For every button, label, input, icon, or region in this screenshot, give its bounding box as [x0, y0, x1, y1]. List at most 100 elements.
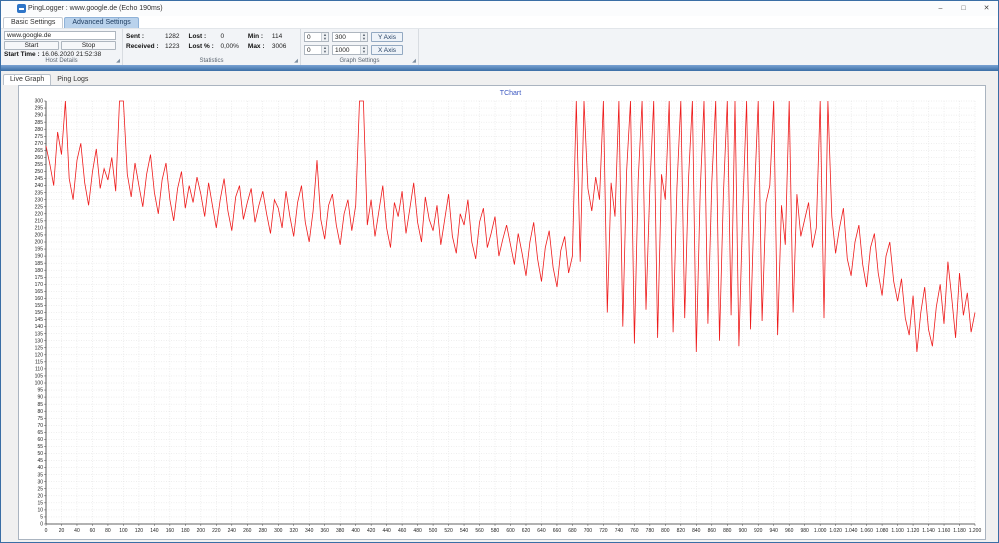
spin-down-icon[interactable]: ▼ — [322, 50, 328, 54]
svg-text:320: 320 — [290, 528, 299, 534]
svg-text:55: 55 — [37, 444, 43, 450]
stop-button[interactable]: Stop — [61, 41, 116, 50]
svg-text:290: 290 — [35, 113, 44, 119]
view-tabstrip: Live Graph Ping Logs — [1, 72, 998, 85]
svg-text:200: 200 — [35, 240, 44, 246]
svg-text:260: 260 — [243, 528, 252, 534]
svg-text:600: 600 — [506, 528, 515, 534]
svg-text:700: 700 — [584, 528, 593, 534]
svg-text:260: 260 — [35, 155, 44, 161]
close-button[interactable]: ✕ — [975, 1, 998, 16]
svg-text:680: 680 — [568, 528, 577, 534]
y-axis-row: ▲ ▼ ▲ ▼ Y Axis — [304, 31, 413, 42]
svg-text:210: 210 — [35, 226, 44, 232]
y-axis-button[interactable]: Y Axis — [371, 32, 403, 42]
svg-text:580: 580 — [491, 528, 500, 534]
svg-text:140: 140 — [150, 528, 159, 534]
svg-text:80: 80 — [37, 409, 43, 415]
window-controls: – □ ✕ — [929, 1, 998, 16]
lost-value: 0 — [220, 33, 225, 40]
spin-down-icon[interactable]: ▼ — [361, 50, 367, 54]
max-value: 3006 — [271, 43, 287, 50]
svg-text:205: 205 — [35, 233, 44, 239]
ribbon-bottom-accent — [1, 65, 998, 71]
ribbon: Start Stop Start Time : 16.06.2020 21:52… — [1, 29, 998, 65]
svg-text:1.060: 1.060 — [860, 528, 873, 534]
svg-text:1.100: 1.100 — [891, 528, 904, 534]
svg-text:10: 10 — [37, 508, 43, 514]
sent-value: 1282 — [165, 33, 180, 40]
svg-text:20: 20 — [59, 528, 65, 534]
svg-text:880: 880 — [723, 528, 732, 534]
svg-text:225: 225 — [35, 204, 44, 210]
max-stat: Max : 3006 — [248, 43, 286, 51]
spin-down-icon[interactable]: ▼ — [361, 37, 367, 41]
host-details-group: Start Stop Start Time : 16.06.2020 21:52… — [1, 29, 123, 65]
svg-text:1.080: 1.080 — [876, 528, 889, 534]
lost-label: Lost : — [188, 33, 207, 40]
svg-text:40: 40 — [37, 465, 43, 471]
svg-text:1.200: 1.200 — [969, 528, 982, 534]
svg-text:TChart: TChart — [500, 90, 521, 97]
tab-live-graph[interactable]: Live Graph — [3, 74, 52, 85]
x-max-spinner: ▲ ▼ — [332, 45, 368, 55]
y-max-spinner: ▲ ▼ — [332, 32, 368, 42]
svg-text:740: 740 — [615, 528, 624, 534]
svg-text:920: 920 — [754, 528, 763, 534]
svg-text:240: 240 — [35, 183, 44, 189]
svg-text:15: 15 — [37, 500, 43, 506]
host-details-launcher-icon[interactable]: ◢ — [116, 59, 120, 64]
svg-text:90: 90 — [37, 395, 43, 401]
x-axis-row: ▲ ▼ ▲ ▼ X Axis — [304, 44, 413, 55]
x-axis-button[interactable]: X Axis — [371, 45, 403, 55]
svg-text:215: 215 — [35, 218, 44, 224]
svg-text:1.140: 1.140 — [922, 528, 935, 534]
sent-stat: Sent : 1282 — [126, 33, 179, 41]
svg-text:275: 275 — [35, 134, 44, 140]
svg-text:180: 180 — [181, 528, 190, 534]
min-label: Min : — [247, 33, 264, 40]
app-window: PingLogger : www.google.de (Echo 190ms) … — [0, 0, 999, 543]
svg-text:460: 460 — [398, 528, 407, 534]
svg-text:660: 660 — [553, 528, 562, 534]
svg-text:230: 230 — [35, 197, 44, 203]
svg-text:220: 220 — [212, 528, 221, 534]
tab-ping-logs[interactable]: Ping Logs — [51, 75, 94, 85]
svg-text:85: 85 — [37, 402, 43, 408]
svg-text:160: 160 — [166, 528, 175, 534]
minimize-button[interactable]: – — [929, 1, 952, 16]
svg-text:60: 60 — [37, 437, 43, 443]
svg-text:780: 780 — [646, 528, 655, 534]
svg-text:105: 105 — [35, 374, 44, 380]
lost-stat: Lost : 0 — [188, 33, 238, 41]
statistics-launcher-icon[interactable]: ◢ — [294, 59, 298, 64]
svg-text:65: 65 — [37, 430, 43, 436]
svg-text:180: 180 — [35, 268, 44, 274]
tab-basic-settings[interactable]: Basic Settings — [3, 17, 64, 28]
svg-text:70: 70 — [37, 423, 43, 429]
graph-settings-launcher-icon[interactable]: ◢ — [412, 59, 416, 64]
maximize-button[interactable]: □ — [952, 1, 975, 16]
svg-text:50: 50 — [37, 451, 43, 457]
svg-text:960: 960 — [785, 528, 794, 534]
min-value: 114 — [271, 33, 283, 40]
svg-text:235: 235 — [35, 190, 44, 196]
app-icon — [17, 4, 26, 13]
svg-text:420: 420 — [367, 528, 376, 534]
spin-down-icon[interactable]: ▼ — [322, 37, 328, 41]
svg-text:175: 175 — [35, 275, 44, 281]
start-button[interactable]: Start — [4, 41, 59, 50]
ribbon-filler — [419, 29, 998, 65]
host-input[interactable] — [4, 31, 116, 40]
graph-settings-group-label: Graph Settings — [339, 58, 380, 64]
lost-pct-stat: Lost % : 0,00% — [188, 43, 238, 51]
svg-text:45: 45 — [37, 458, 43, 464]
svg-text:40: 40 — [74, 528, 80, 534]
y-min-spinner: ▲ ▼ — [304, 32, 329, 42]
svg-text:900: 900 — [739, 528, 748, 534]
titlebar[interactable]: PingLogger : www.google.de (Echo 190ms) … — [1, 1, 998, 16]
svg-text:720: 720 — [599, 528, 608, 534]
svg-text:30: 30 — [37, 479, 43, 485]
tab-advanced-settings[interactable]: Advanced Settings — [64, 17, 139, 28]
svg-text:860: 860 — [708, 528, 717, 534]
